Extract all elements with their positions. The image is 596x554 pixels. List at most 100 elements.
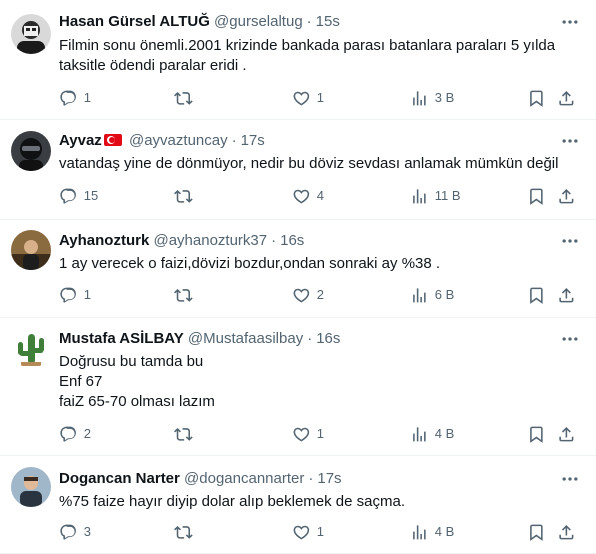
more-horizontal-icon	[562, 20, 578, 24]
tweet[interactable]: Mustafa ASİLBAY @Mustafaasilbay · 16s Doğr…	[0, 318, 596, 456]
tweet-actions: 15 4 11 B	[59, 186, 581, 206]
like-button[interactable]: 1	[292, 424, 324, 444]
bookmark-button[interactable]	[527, 88, 546, 108]
heart-icon	[293, 525, 310, 540]
more-horizontal-icon	[562, 337, 578, 341]
timestamp[interactable]: 17s	[317, 470, 341, 487]
tweet-text: 1 ay verecek o faizi,dövizi bozdur,ondan…	[59, 254, 579, 274]
avatar[interactable]	[11, 467, 51, 507]
tweet-text: vatandaş yine de dönmüyor, nedir bu dövi…	[59, 154, 579, 174]
share-button[interactable]	[557, 88, 576, 108]
like-button[interactable]: 1	[292, 522, 324, 542]
display-name[interactable]: Hasan Gürsel ALTUĞ	[59, 13, 210, 30]
tweet[interactable]: Ayvaz @ayvaztuncay · 17s vatandaş yine de …	[0, 120, 596, 220]
avatar-image	[11, 14, 51, 54]
heart-icon	[293, 427, 310, 442]
share-button[interactable]	[557, 424, 576, 444]
share-icon	[559, 90, 574, 106]
reply-icon	[60, 90, 76, 106]
retweet-button[interactable]	[174, 186, 199, 206]
display-name[interactable]: Ayhanozturk	[59, 232, 149, 249]
share-icon	[559, 524, 574, 540]
like-button[interactable]: 1	[292, 88, 324, 108]
share-icon	[559, 188, 574, 204]
avatar[interactable]	[11, 328, 51, 368]
user-handle[interactable]: @ayhanozturk37	[153, 232, 267, 249]
bookmark-button[interactable]	[527, 522, 546, 542]
separator-dot: ·	[307, 330, 313, 347]
retweet-button[interactable]	[174, 424, 199, 444]
reply-button[interactable]: 1	[59, 285, 91, 305]
views-chart-icon	[413, 287, 426, 303]
reply-button[interactable]: 15	[59, 186, 98, 206]
tweet-header: Ayhanozturk @ayhanozturk37 · 16s	[59, 231, 559, 251]
avatar[interactable]	[11, 131, 51, 171]
avatar-image	[11, 131, 51, 171]
more-options-button[interactable]	[560, 469, 580, 489]
reply-icon	[60, 287, 76, 303]
bookmark-button[interactable]	[527, 186, 546, 206]
avatar[interactable]	[11, 230, 51, 270]
bookmark-icon	[530, 426, 543, 443]
tweet[interactable]: Dogancan Narter @dogancannarter · 17s %75 …	[0, 456, 596, 554]
display-name[interactable]: Ayvaz	[59, 132, 102, 149]
share-icon	[559, 426, 574, 442]
like-count: 1	[316, 524, 324, 539]
display-name[interactable]: Mustafa ASİLBAY	[59, 330, 184, 347]
timestamp[interactable]: 15s	[316, 13, 340, 30]
display-name[interactable]: Dogancan Narter	[59, 470, 180, 487]
bookmark-button[interactable]	[527, 424, 546, 444]
user-handle[interactable]: @dogancannarter	[184, 470, 304, 487]
bookmark-icon	[530, 287, 543, 304]
user-handle[interactable]: @gurselaltug	[214, 13, 303, 30]
tweet[interactable]: Hasan Gürsel ALTUĞ @gurselaltug · 15s Film…	[0, 0, 596, 120]
like-count: 1	[316, 90, 324, 105]
share-icon	[559, 287, 574, 303]
view-count: 11 B	[434, 188, 461, 203]
views-button[interactable]: 11 B	[410, 186, 461, 206]
reply-button[interactable]: 3	[59, 522, 91, 542]
timestamp[interactable]: 16s	[280, 232, 304, 249]
reply-icon	[60, 426, 76, 442]
views-button[interactable]: 6 B	[410, 285, 454, 305]
timestamp[interactable]: 16s	[316, 330, 340, 347]
reply-count: 3	[83, 524, 91, 539]
retweet-button[interactable]	[174, 285, 199, 305]
share-button[interactable]	[557, 522, 576, 542]
tweet-header: Hasan Gürsel ALTUĞ @gurselaltug · 15s	[59, 12, 559, 32]
heart-icon	[293, 189, 310, 204]
user-handle[interactable]: @Mustafaasilbay	[188, 330, 303, 347]
reply-button[interactable]: 1	[59, 88, 91, 108]
views-chart-icon	[413, 90, 426, 106]
more-options-button[interactable]	[560, 329, 580, 349]
tweet-text-line: Enf 67	[59, 373, 103, 390]
views-button[interactable]: 4 B	[410, 424, 454, 444]
reply-button[interactable]: 2	[59, 424, 91, 444]
more-options-button[interactable]	[560, 131, 580, 151]
views-button[interactable]: 4 B	[410, 522, 454, 542]
like-button[interactable]: 4	[292, 186, 324, 206]
tweet[interactable]: Ayhanozturk @ayhanozturk37 · 16s 1 ay vere…	[0, 220, 596, 318]
separator-dot: ·	[306, 13, 312, 30]
view-count: 6 B	[434, 287, 455, 302]
user-handle[interactable]: @ayvaztuncay	[129, 132, 228, 149]
like-button[interactable]: 2	[292, 285, 324, 305]
tweet-text: Doğrusu bu tamda bu Enf 67 faiZ 65-70 olma…	[59, 352, 579, 412]
retweet-button[interactable]	[174, 522, 199, 542]
tweet-text: %75 faize hayır diyip dolar alıp bekleme…	[59, 492, 579, 512]
timestamp[interactable]: 17s	[241, 132, 265, 149]
like-count: 2	[316, 287, 324, 302]
retweet-button[interactable]	[174, 88, 199, 108]
share-button[interactable]	[557, 186, 576, 206]
heart-icon	[293, 91, 310, 106]
views-button[interactable]: 3 B	[410, 88, 454, 108]
more-options-button[interactable]	[560, 12, 580, 32]
bookmark-button[interactable]	[527, 285, 546, 305]
avatar[interactable]	[11, 14, 51, 54]
tweet-actions: 3 1 4 B	[59, 522, 581, 542]
more-options-button[interactable]	[560, 231, 580, 251]
tweet-text: Filmin sonu önemli.2001 krizinde bankada…	[59, 36, 579, 76]
tweet-text-line: Filmin sonu önemli.2001 krizinde bankada…	[59, 37, 556, 54]
share-button[interactable]	[557, 285, 576, 305]
avatar-image	[11, 467, 51, 507]
